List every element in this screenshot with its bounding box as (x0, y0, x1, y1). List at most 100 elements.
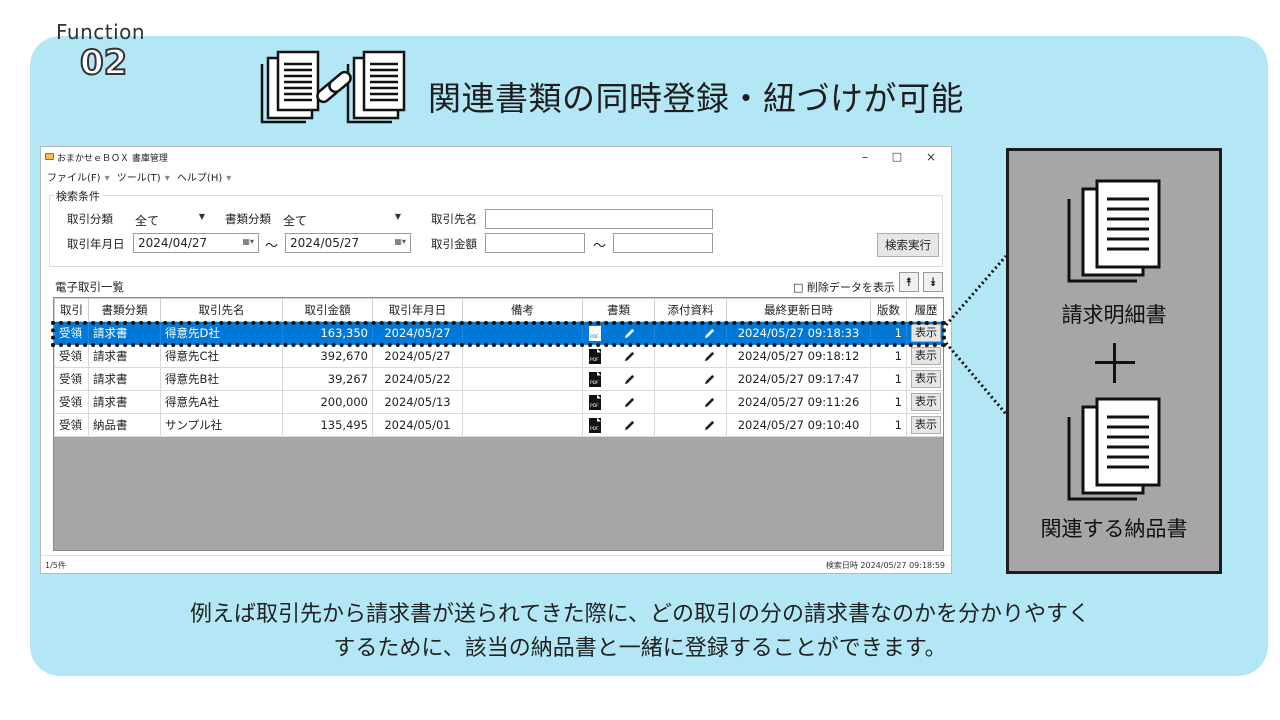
edit-pen-icon[interactable] (623, 327, 636, 340)
cell-attachment (654, 390, 727, 414)
cell-amount: 39,267 (282, 367, 373, 391)
cell-attachment (654, 367, 727, 391)
column-header[interactable]: 最終更新日時 (726, 298, 871, 322)
cell-note (462, 344, 583, 368)
cell-type: 受領 (54, 413, 89, 437)
move-bottom-button[interactable]: ⯯ (923, 272, 943, 292)
plus-icon (1093, 341, 1137, 385)
edit-pen-icon[interactable] (623, 396, 636, 409)
dotted-connector-lines (944, 255, 1008, 415)
minimize-button[interactable]: – (849, 148, 881, 166)
close-button[interactable]: × (915, 148, 947, 166)
doc-type-value: 全て (283, 214, 308, 228)
date-to-picker[interactable]: 2024/05/27 ▦▾ (285, 233, 411, 253)
menu-file[interactable]: ファイル(F) (47, 173, 101, 184)
show-history-button[interactable]: 表示 (911, 416, 941, 434)
column-header[interactable]: 取引 (54, 298, 89, 322)
column-header[interactable]: 取引先名 (160, 298, 283, 322)
date-label: 取引年月日 (67, 237, 125, 251)
column-header[interactable]: 書類 (582, 298, 655, 322)
column-header[interactable]: 履歴 (906, 298, 943, 322)
amount-range-separator: ～ (593, 239, 607, 254)
pdf-file-icon[interactable]: PDF (589, 325, 601, 341)
cell-partner: サンプル社 (160, 413, 283, 437)
edit-pen-icon[interactable] (703, 350, 716, 363)
transaction-grid: 取引 書類分類 取引先名 取引金額 取引年月日 備考 書類 添付資料 最終更新日… (53, 297, 944, 551)
cell-note (462, 413, 583, 437)
pdf-file-icon[interactable]: PDF (589, 371, 601, 387)
show-deleted-checkbox[interactable]: □ 削除データを表示 (793, 279, 895, 295)
cell-doc-type: 請求書 (88, 344, 161, 368)
table-row[interactable]: 受領 請求書 得意先A社 200,000 2024/05/13 PDF 2024/05/27… (54, 390, 943, 414)
cell-note (462, 390, 583, 414)
edit-pen-icon[interactable] (623, 350, 636, 363)
date-from-picker[interactable]: 2024/04/27 ▦▾ (133, 233, 259, 253)
edit-pen-icon[interactable] (703, 396, 716, 409)
cell-amount: 135,495 (282, 413, 373, 437)
window-title: おまかせｅＢＯＸ 書庫管理 (57, 154, 168, 164)
edit-pen-icon[interactable] (703, 373, 716, 386)
cell-updated: 2024/05/27 09:10:40 (726, 413, 871, 437)
cell-date: 2024/05/13 (372, 390, 463, 414)
show-history-button[interactable]: 表示 (911, 393, 941, 411)
table-row[interactable]: 受領 納品書 サンプル社 135,495 2024/05/01 PDF 2024/05/27… (54, 413, 943, 437)
column-header[interactable]: 版数 (870, 298, 907, 322)
cell-doc-type: 納品書 (88, 413, 161, 437)
partner-input[interactable] (485, 209, 713, 229)
partner-label: 取引先名 (431, 212, 477, 226)
pdf-file-icon[interactable]: PDF (589, 348, 601, 364)
cell-partner: 得意先D社 (160, 321, 283, 345)
cell-amount: 200,000 (282, 390, 373, 414)
show-history-button[interactable]: 表示 (911, 347, 941, 365)
cell-amount: 163,350 (282, 321, 373, 345)
cell-updated: 2024/05/27 09:11:26 (726, 390, 871, 414)
doc-type-select[interactable]: 全て ▼ (279, 210, 407, 230)
calendar-icon: ▦▾ (242, 237, 254, 246)
table-row[interactable]: 受領 請求書 得意先D社 163,350 2024/05/27 PDF 2024/05/27… (54, 321, 943, 345)
table-header-row: 取引 書類分類 取引先名 取引金額 取引年月日 備考 書類 添付資料 最終更新日… (54, 298, 943, 322)
pdf-file-icon[interactable]: PDF (589, 394, 601, 410)
cell-doc-type: 請求書 (88, 367, 161, 391)
menu-tools[interactable]: ツール(T) (117, 173, 161, 184)
cell-updated: 2024/05/27 09:18:12 (726, 344, 871, 368)
invoice-document-icon (1067, 179, 1161, 283)
cell-note (462, 321, 583, 345)
show-history-button[interactable]: 表示 (911, 324, 941, 342)
date-to-value: 2024/05/27 (290, 236, 360, 250)
move-top-button[interactable]: ⯭ (899, 272, 919, 292)
date-from-value: 2024/04/27 (138, 236, 208, 250)
pdf-icon-text: PDF (590, 357, 599, 363)
maximize-button[interactable]: □ (881, 148, 913, 166)
edit-pen-icon[interactable] (623, 419, 636, 432)
menu-help[interactable]: ヘルプ(H) (177, 173, 222, 184)
amount-to-input[interactable] (613, 233, 713, 253)
show-history-button[interactable]: 表示 (911, 370, 941, 388)
column-header[interactable]: 添付資料 (654, 298, 727, 322)
edit-pen-icon[interactable] (703, 327, 716, 340)
chevron-down-icon: ▼ (198, 212, 205, 221)
menu-dropdown-icon: ▾ (104, 173, 110, 184)
column-header[interactable]: 取引金額 (282, 298, 373, 322)
pdf-icon-text: PDF (590, 426, 599, 432)
column-header[interactable]: 取引年月日 (372, 298, 463, 322)
pdf-file-icon[interactable]: PDF (589, 417, 601, 433)
search-button[interactable]: 検索実行 (877, 233, 939, 257)
cell-type: 受領 (54, 321, 89, 345)
edit-pen-icon[interactable] (703, 419, 716, 432)
table-row[interactable]: 受領 請求書 得意先C社 392,670 2024/05/27 PDF 2024/05/27… (54, 344, 943, 368)
table-row[interactable]: 受領 請求書 得意先B社 39,267 2024/05/22 PDF 2024/05/27 … (54, 367, 943, 391)
tx-type-select[interactable]: 全て ▼ (131, 210, 211, 230)
cell-version: 1 (870, 367, 907, 391)
cell-document: PDF (582, 344, 655, 368)
column-header[interactable]: 書類分類 (88, 298, 161, 322)
transaction-table: 取引 書類分類 取引先名 取引金額 取引年月日 備考 書類 添付資料 最終更新日… (54, 298, 943, 437)
cell-attachment (654, 413, 727, 437)
cell-history: 表示 (906, 413, 943, 437)
related-docs-illustration: 請求明細書 関連する納品書 (1006, 148, 1222, 574)
column-header[interactable]: 備考 (462, 298, 583, 322)
cell-partner: 得意先C社 (160, 344, 283, 368)
amount-from-input[interactable] (485, 233, 585, 253)
pdf-icon-text: PDF (590, 380, 599, 386)
search-conditions-group: 検索条件 (49, 188, 943, 267)
edit-pen-icon[interactable] (623, 373, 636, 386)
